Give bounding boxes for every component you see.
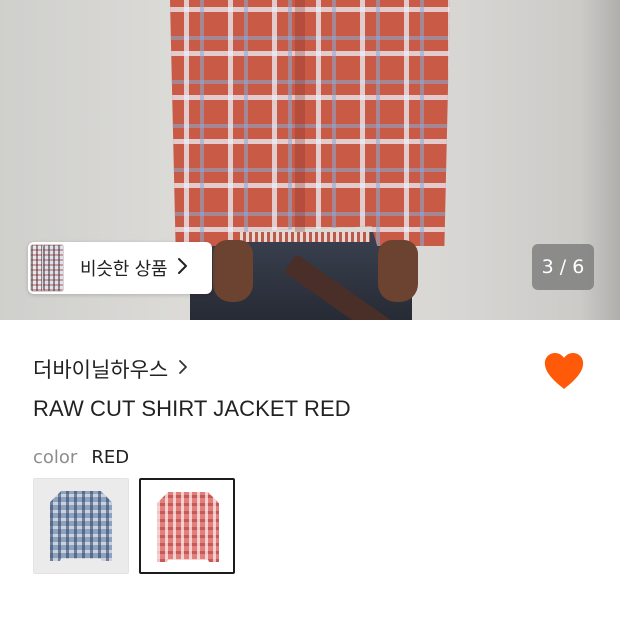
similar-items-thumbnails <box>28 242 68 294</box>
chevron-right-icon <box>178 358 188 380</box>
model-left-hand <box>213 240 253 302</box>
product-image-carousel[interactable]: 비슷한 상품 3 / 6 <box>0 0 620 320</box>
wishlist-heart-icon[interactable] <box>542 350 586 392</box>
similar-item-thumbnail <box>42 244 64 292</box>
brand-name: 더바이닐하우스 <box>33 358 169 382</box>
shirt-placket <box>295 0 305 235</box>
product-title: RAW CUT SHIRT JACKET RED <box>33 396 351 421</box>
color-key: color <box>33 447 78 468</box>
color-option-blue[interactable] <box>33 478 129 574</box>
similar-items-label: 비슷한 상품 <box>80 259 168 280</box>
brand-link[interactable]: 더바이닐하우스 <box>33 354 188 384</box>
color-option-thumbnail <box>50 491 112 561</box>
color-option-red[interactable] <box>139 478 235 574</box>
image-page-counter: 3 / 6 <box>532 244 594 290</box>
color-selector-label: color RED <box>33 447 129 468</box>
model-right-hand <box>378 240 418 302</box>
color-option-thumbnail <box>157 492 219 562</box>
similar-items-button[interactable]: 비슷한 상품 <box>28 242 212 294</box>
chevron-right-icon <box>177 257 188 280</box>
product-shirt-photo <box>170 0 450 246</box>
heart-icon <box>544 353 584 389</box>
selected-color: RED <box>91 447 130 468</box>
shirt-raw-hem <box>240 232 370 242</box>
